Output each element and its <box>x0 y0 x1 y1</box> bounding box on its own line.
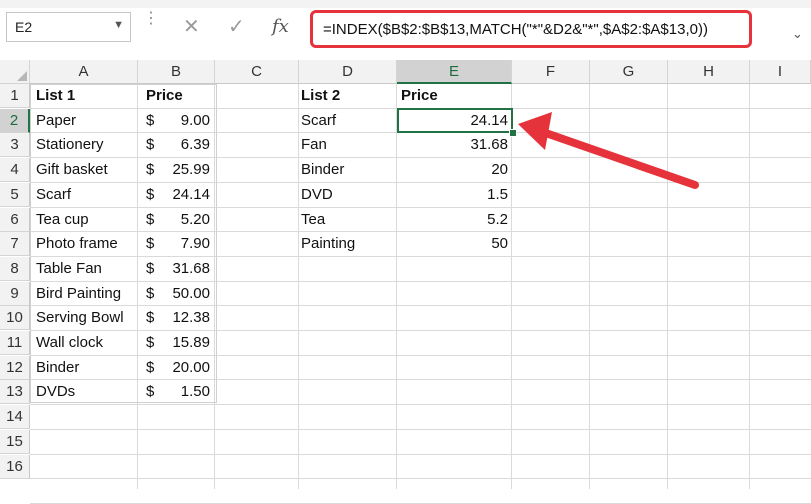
annotation-arrow <box>518 112 699 189</box>
